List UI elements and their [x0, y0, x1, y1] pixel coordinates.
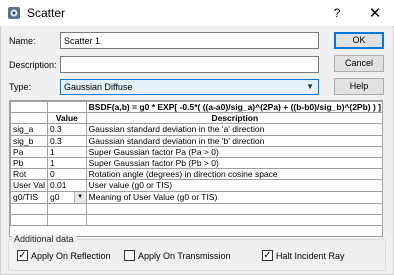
user-value-meaning-select[interactable]: g0 ▼ — [46, 190, 87, 204]
apply-on-reflection-label[interactable]: Apply On Reflection — [31, 251, 111, 261]
apply-on-reflection-checkbox[interactable]: ✓ — [17, 250, 28, 261]
halt-incident-ray-checkbox[interactable]: ✓ — [262, 250, 273, 261]
type-select[interactable]: Gaussian Diffuse ▼ — [60, 79, 319, 95]
chevron-down-icon: ▼ — [306, 82, 314, 91]
param-value[interactable]: 0 — [46, 168, 87, 181]
grid-corner-cell — [10, 101, 48, 114]
help-icon[interactable]: ? — [330, 6, 344, 20]
param-name: Pb — [10, 156, 48, 170]
param-value[interactable]: 0.3 — [46, 123, 87, 136]
parameter-grid: BSDF(a,b) = g0 * EXP[ -0.5*( ((a-a0)/sig… — [9, 100, 383, 237]
param-value[interactable]: 1 — [46, 145, 87, 158]
param-description: Super Gaussian factor Pa (Pa > 0) — [85, 145, 382, 158]
table-row-empty — [10, 202, 382, 215]
description-label: Description: — [9, 60, 57, 70]
param-value[interactable]: 0.01 — [46, 179, 87, 192]
table-row: sig_b 0.3 Gaussian standard deviation in… — [10, 134, 382, 147]
app-icon — [8, 7, 20, 19]
halt-incident-ray-label[interactable]: Halt Incident Ray — [276, 251, 345, 261]
apply-on-transmission-label[interactable]: Apply On Transmission — [138, 251, 231, 261]
param-name: g0/TIS — [10, 190, 48, 204]
user-value-meaning-value: g0 — [49, 191, 60, 202]
table-row-empty — [10, 213, 382, 226]
param-description: Gaussian standard deviation in the 'a' d… — [85, 123, 382, 136]
type-label: Type: — [9, 82, 32, 92]
param-name: sig_a — [10, 123, 48, 136]
type-select-value: Gaussian Diffuse — [64, 82, 133, 92]
title-bar: Scatter ? ✕ — [0, 0, 394, 26]
value-column-header: Value — [46, 112, 87, 125]
param-name: Rot — [10, 168, 48, 181]
grid-header-blank — [10, 112, 48, 125]
param-name: User Val — [10, 179, 48, 192]
param-description: Super Gaussian factor Pb (Pb > 0) — [85, 156, 382, 170]
param-value[interactable]: 0.3 — [46, 134, 87, 147]
param-name: sig_b — [10, 134, 48, 147]
table-row: sig_a 0.3 Gaussian standard deviation in… — [10, 123, 382, 136]
param-description: Rotation angle (degrees) in direction co… — [85, 168, 382, 181]
table-row: User Val 0.01 User value (g0 or TIS) — [10, 179, 382, 192]
window-title: Scatter — [27, 6, 66, 20]
name-label: Name: — [9, 36, 36, 46]
bsdf-formula: BSDF(a,b) = g0 * EXP[ -0.5*( ((a-a0)/sig… — [85, 101, 382, 114]
name-input[interactable]: Scatter 1 — [60, 32, 319, 49]
description-column-header: Description — [85, 112, 382, 125]
grid-blank-header — [46, 101, 87, 114]
param-description: Meaning of User Value (g0 or TIS) — [85, 190, 382, 204]
help-button[interactable]: Help — [334, 78, 384, 95]
table-row: Rot 0 Rotation angle (degrees) in direct… — [10, 168, 382, 181]
additional-data-title: Additional data — [12, 234, 76, 244]
table-row: g0/TIS g0 ▼ Meaning of User Value (g0 or… — [10, 190, 382, 204]
table-row: Pa 1 Super Gaussian factor Pa (Pa > 0) — [10, 145, 382, 158]
param-name: Pa — [10, 145, 48, 158]
param-value[interactable]: 1 — [46, 156, 87, 170]
description-input[interactable] — [60, 56, 319, 73]
chevron-down-icon[interactable]: ▼ — [73, 192, 86, 202]
table-row: Pb 1 Super Gaussian factor Pb (Pb > 0) — [10, 156, 382, 170]
param-description: User value (g0 or TIS) — [85, 179, 382, 192]
close-icon[interactable]: ✕ — [368, 4, 382, 22]
cancel-button[interactable]: Cancel — [334, 55, 384, 72]
apply-on-transmission-checkbox[interactable] — [124, 250, 135, 261]
ok-button[interactable]: OK — [334, 32, 384, 49]
param-description: Gaussian standard deviation in the 'b' d… — [85, 134, 382, 147]
